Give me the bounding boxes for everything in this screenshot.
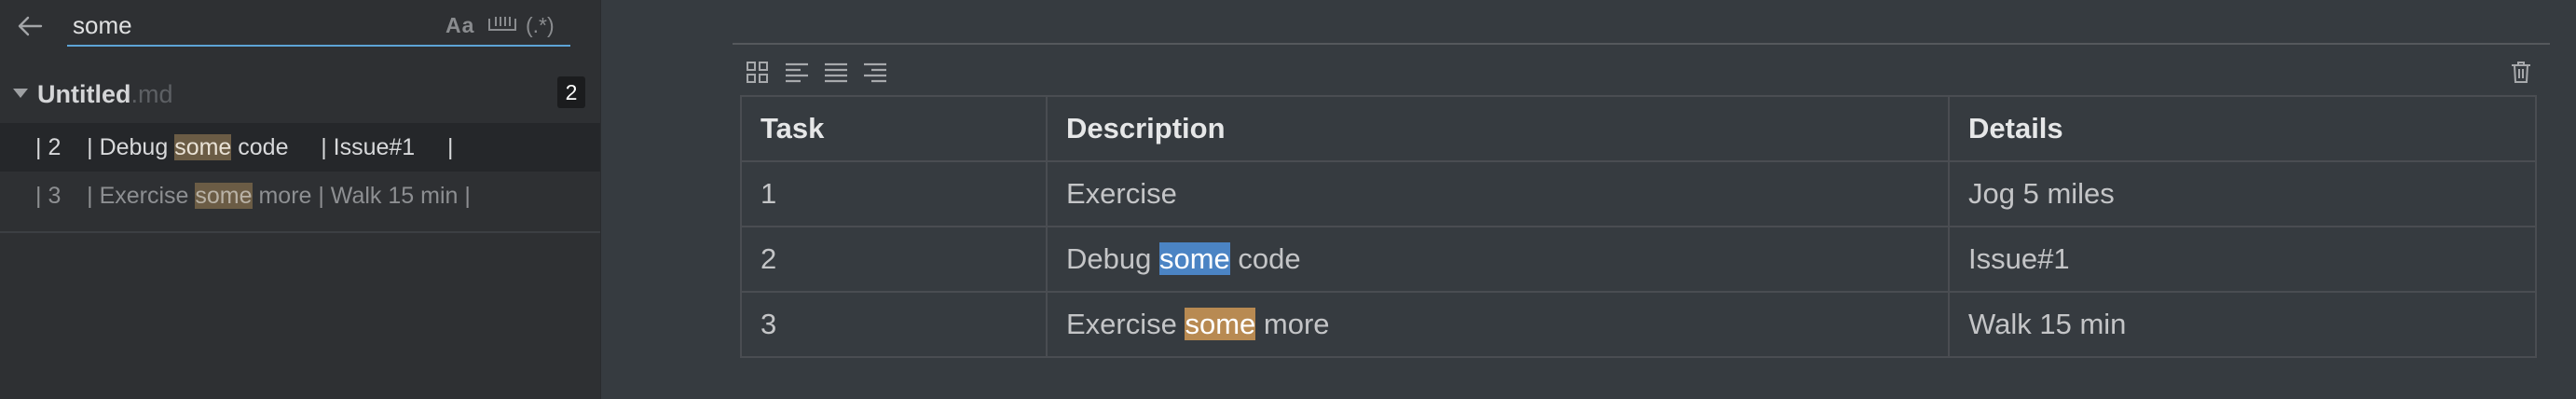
table-cell[interactable]: Debug some code [1046, 226, 1950, 293]
table-grid-icon[interactable] [744, 58, 772, 86]
table-row: 2 Debug some code Issue#1 [740, 226, 2537, 293]
file-extension: .md [130, 80, 173, 108]
match-highlight: some [1185, 308, 1256, 340]
search-result-item[interactable]: | 3 | Exercise some more | Walk 15 min | [0, 172, 600, 220]
table-cell[interactable]: Exercise [1046, 160, 1950, 227]
match-case-toggle[interactable]: Aa [445, 13, 474, 38]
markdown-table: Task Description Details 1 Exercise Jog … [740, 95, 2537, 358]
table-header-cell[interactable]: Description [1046, 95, 1950, 162]
table-header-row: Task Description Details [740, 95, 2537, 162]
file-name: Untitled.md [37, 80, 173, 108]
caret-down-icon[interactable] [13, 89, 28, 98]
trash-icon[interactable] [2507, 58, 2535, 86]
table-cell[interactable]: Exercise some more [1046, 291, 1950, 358]
table-header-cell[interactable]: Details [1948, 95, 2537, 162]
table-row: 1 Exercise Jog 5 miles [740, 160, 2537, 227]
table-cell[interactable]: 3 [740, 291, 1048, 358]
table-top-border [733, 43, 2550, 45]
table-cell[interactable]: Walk 15 min [1948, 291, 2537, 358]
sidebar-divider [0, 231, 600, 233]
regex-toggle[interactable]: (.*) [526, 13, 555, 38]
table-cell[interactable]: Jog 5 miles [1948, 160, 2537, 227]
search-result-text: | 2 | Debug some code | Issue#1 | [35, 134, 454, 160]
current-match-highlight: some [1158, 242, 1230, 275]
align-left-icon[interactable] [783, 58, 811, 86]
search-box: Aa (.*) [67, 6, 570, 47]
search-result-item[interactable]: | 2 | Debug some code | Issue#1 | [0, 123, 600, 172]
table-row: 3 Exercise some more Walk 15 min [740, 291, 2537, 358]
table-header-cell[interactable]: Task [740, 95, 1048, 162]
align-center-icon[interactable] [822, 58, 850, 86]
back-arrow-icon[interactable] [13, 9, 47, 43]
search-bar: Aa (.*) [0, 0, 600, 52]
file-result-header[interactable]: Untitled.md 2 [0, 76, 600, 114]
table-cell[interactable]: Issue#1 [1948, 226, 2537, 293]
search-result-text: | 3 | Exercise some more | Walk 15 min | [35, 183, 471, 209]
align-right-icon[interactable] [861, 58, 889, 86]
table-toolbar [736, 54, 2550, 91]
search-input[interactable] [73, 11, 427, 39]
whole-word-icon[interactable] [486, 11, 518, 37]
table-cell[interactable]: 1 [740, 160, 1048, 227]
search-sidebar: Aa (.*) Untitled.md 2 | 2 | Debug some c… [0, 0, 601, 399]
search-match-highlight: some [174, 134, 232, 160]
match-count-badge: 2 [557, 76, 585, 108]
table-cell[interactable]: 2 [740, 226, 1048, 293]
search-match-highlight: some [195, 183, 253, 209]
